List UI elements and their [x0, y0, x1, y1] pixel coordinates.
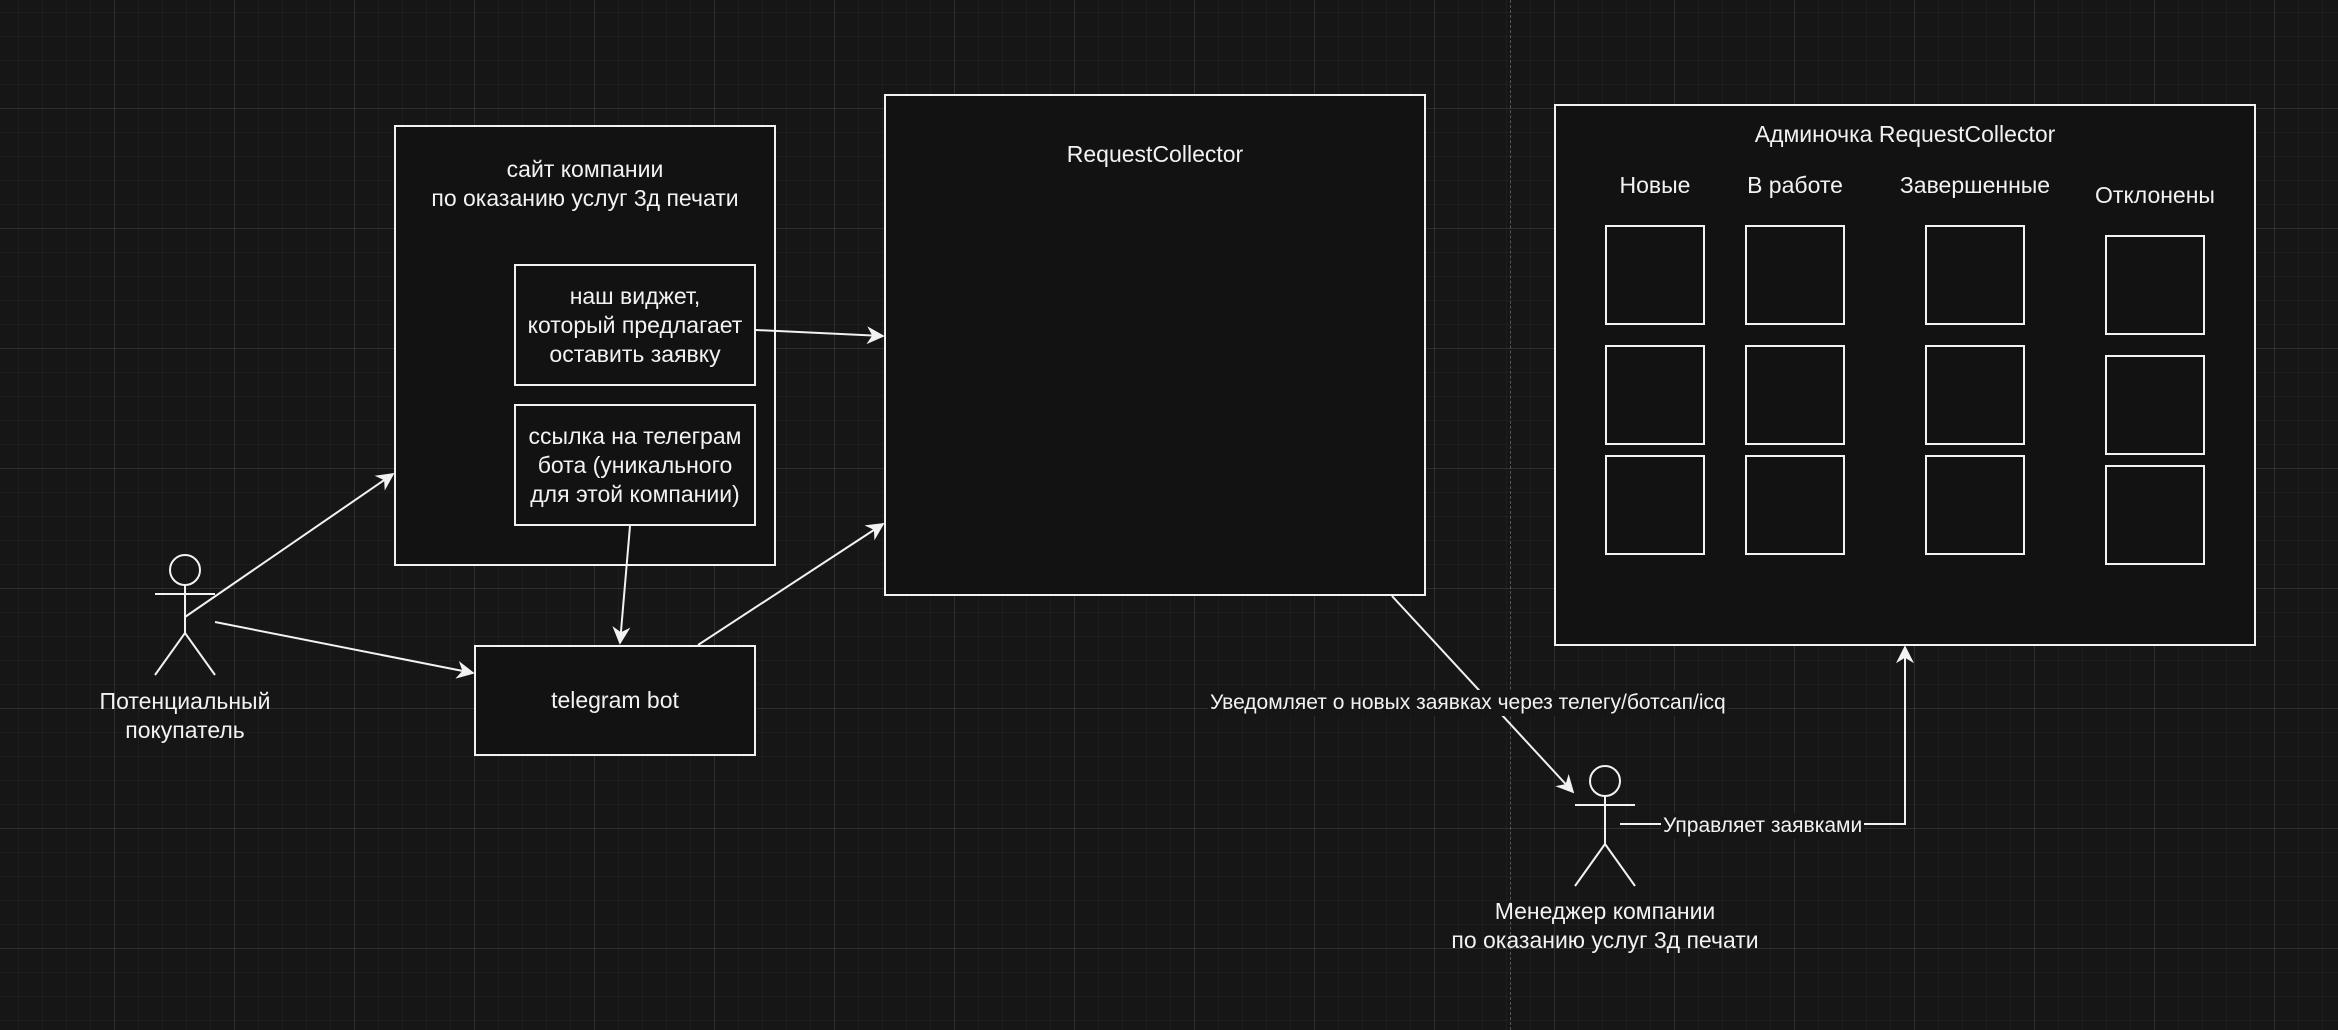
buyer-actor-label: Потенциальный покупатель	[99, 688, 271, 743]
bot-to-collector-arrow	[697, 523, 885, 646]
diagram-connectors	[154, 326, 1914, 887]
link-to-bot-arrow	[612, 525, 631, 645]
notify-edge-label: Уведомляет о новых заявках через телегу/…	[1208, 690, 1728, 716]
manage-edge-label: Управляет заявками	[1661, 813, 1865, 839]
widget-to-collector-arrow	[755, 326, 885, 345]
manager-actor-icon	[1574, 765, 1636, 887]
manager-actor-label: Менеджер компании по оказанию услуг 3д п…	[1451, 898, 1759, 953]
buyer-to-bot-arrow	[214, 621, 475, 679]
buyer-to-site-arrow	[184, 472, 395, 618]
buyer-actor-icon	[154, 554, 216, 676]
manager-to-admin-arrow	[1620, 645, 1914, 825]
